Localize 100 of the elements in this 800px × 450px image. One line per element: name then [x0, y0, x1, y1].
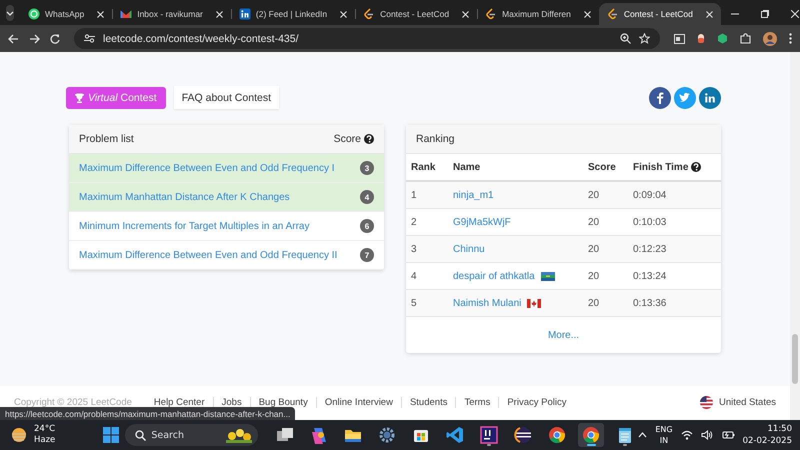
chrome-icon — [548, 426, 566, 444]
search-field[interactable]: Search — [125, 424, 258, 446]
column-header: Score — [588, 162, 617, 172]
flowers-icon — [226, 427, 252, 443]
browser-tab[interactable]: (2) Feed | LinkedIn — [230, 3, 356, 25]
table-cell-text: 5 — [411, 298, 418, 308]
table-cell-text: 4 — [411, 270, 418, 282]
help-icon[interactable] — [364, 134, 374, 144]
table-cell-text: 2 — [411, 216, 418, 228]
address-bar[interactable]: leetcode.com/contest/weekly-contest-435/ — [74, 28, 660, 49]
copyright-text: Copyright © 2025 LeetCode — [14, 397, 132, 408]
score-badge: 7 — [360, 248, 374, 262]
weather-widget[interactable]: 24°C Haze — [10, 424, 104, 446]
facebook-icon[interactable] — [649, 86, 671, 108]
flag-icon — [527, 298, 542, 308]
weather-condition: Haze — [34, 435, 56, 446]
close-icon[interactable] — [216, 10, 223, 18]
score-badge: 4 — [360, 190, 374, 204]
browser-tab[interactable]: Contest - LeetCod — [355, 3, 478, 25]
problem-link[interactable]: Minimum Increments for Target Multiples in an Array — [79, 220, 310, 232]
footer-link[interactable]: Students — [400, 397, 456, 408]
table-cell-text: 0:13:36 — [633, 298, 668, 308]
trophy-icon — [75, 92, 84, 102]
puzzle-icon[interactable] — [740, 33, 751, 44]
zoom-icon[interactable] — [620, 33, 631, 44]
star-icon[interactable] — [639, 33, 650, 44]
eclipse-icon — [514, 426, 532, 444]
extension-icon[interactable] — [717, 33, 728, 44]
close-icon[interactable] — [706, 10, 713, 18]
chevron-up-icon[interactable] — [638, 432, 648, 438]
browser-tab[interactable]: Inbox - ravikumar — [112, 3, 231, 25]
table-cell-text: 20 — [588, 216, 600, 228]
table-cell-text: 0:12:23 — [633, 244, 668, 254]
problem-link[interactable]: Maximum Difference Between Even and Odd Frequency II — [79, 250, 338, 260]
close-icon[interactable] — [584, 10, 591, 18]
region-link[interactable]: United States — [718, 397, 776, 408]
avatar-icon[interactable] — [763, 32, 777, 46]
chevron-down-icon — [6, 10, 14, 16]
table-cell-text: 0:09:04 — [633, 190, 668, 200]
table-cell-text: 20 — [588, 244, 600, 254]
weather-icon — [10, 426, 28, 444]
footer-link[interactable]: Terms — [455, 397, 498, 408]
table-cell-text: 1 — [411, 190, 418, 200]
user-link[interactable]: despair of athkatla — [453, 270, 535, 282]
user-link[interactable]: G9jMa5kWjF — [453, 216, 511, 228]
user-link[interactable]: ninja_m1 — [453, 190, 494, 200]
back-icon[interactable] — [8, 34, 19, 44]
table-cell-text: 3 — [411, 244, 418, 254]
close-icon[interactable] — [340, 10, 348, 18]
site-settings-icon[interactable] — [84, 34, 95, 43]
browser-tab[interactable]: Maximum Differen — [477, 3, 599, 25]
copilot-icon — [310, 426, 328, 444]
close-icon[interactable] — [462, 10, 470, 18]
virtual-contest-button[interactable]: Virtual Contest — [66, 86, 166, 108]
scrollbar-thumb[interactable] — [792, 334, 798, 384]
restore-icon[interactable] — [760, 10, 769, 18]
temperature-text: 24°C — [34, 424, 56, 435]
windows-icon[interactable] — [103, 427, 120, 443]
reload-icon[interactable] — [50, 34, 60, 44]
column-header: Finish Time — [633, 162, 688, 172]
footer-link[interactable]: Help Center — [146, 397, 213, 408]
linkedin-icon[interactable] — [699, 86, 721, 108]
flag-icon — [540, 272, 555, 280]
task-view-icon — [276, 426, 294, 444]
settings-icon — [378, 426, 396, 444]
forward-icon[interactable] — [29, 34, 40, 44]
linkedin-icon — [238, 8, 251, 20]
battery-icon[interactable] — [720, 430, 735, 440]
twitter-icon[interactable] — [674, 86, 696, 108]
search-icon — [135, 430, 146, 440]
scrollbar[interactable] — [790, 52, 800, 420]
taskbar-app[interactable] — [578, 423, 604, 447]
table-cell-text: 20 — [588, 270, 600, 282]
footer-link[interactable]: Online Interview — [316, 397, 401, 408]
extension-icon[interactable] — [697, 33, 705, 44]
close-icon[interactable] — [790, 10, 799, 18]
browser-tab[interactable]: WhatsApp — [20, 3, 112, 25]
help-icon[interactable] — [691, 162, 702, 172]
score-badge: 6 — [360, 219, 374, 233]
window-icon[interactable] — [674, 34, 685, 44]
column-header: Rank — [411, 162, 436, 172]
status-url-tooltip: https://leetcode.com/problems/maximum-manhattan-distance-after-k-chan... — [0, 407, 296, 420]
column-header: Score — [334, 133, 361, 145]
code-editor-icon — [446, 426, 464, 444]
table-cell-text: 0:10:03 — [633, 216, 668, 228]
menu-icon[interactable] — [789, 33, 792, 44]
close-icon[interactable] — [97, 10, 104, 18]
faq-button[interactable]: FAQ about Contest — [174, 86, 279, 109]
volume-icon[interactable] — [700, 430, 713, 440]
clock[interactable]: 11:50 02-02-2025 — [742, 423, 792, 447]
more-link[interactable]: More... — [548, 330, 580, 340]
tab-list-button[interactable] — [6, 5, 14, 21]
language-indicator[interactable]: ENG IN — [655, 424, 673, 446]
flag-icon — [700, 396, 713, 409]
footer-link[interactable]: Privacy Policy — [498, 397, 574, 408]
score-badge: 3 — [360, 161, 374, 175]
chrome-icon — [582, 426, 600, 444]
wifi-icon[interactable] — [680, 430, 693, 440]
card-title: Ranking — [416, 133, 455, 145]
browser-tab[interactable]: Contest - LeetCod — [598, 3, 721, 25]
